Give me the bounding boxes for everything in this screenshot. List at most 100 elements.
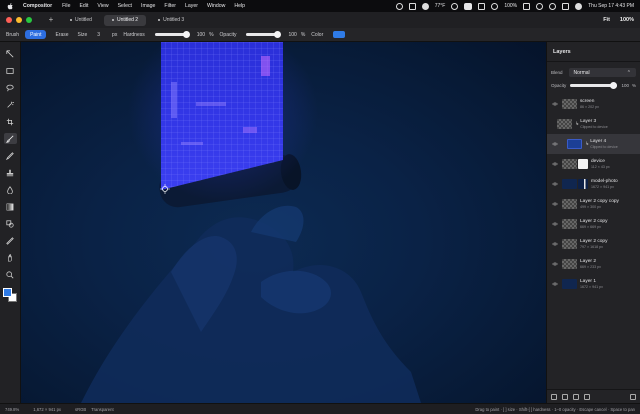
menu-edit[interactable]: Edit (79, 3, 88, 9)
siri-icon[interactable] (575, 2, 583, 10)
opacity-slider-knob[interactable] (274, 31, 282, 38)
color-well[interactable] (3, 288, 17, 302)
eye-icon[interactable] (551, 162, 558, 167)
shape-tool[interactable] (4, 218, 17, 229)
canvas-area[interactable] (21, 42, 546, 403)
eye-icon[interactable] (551, 222, 558, 227)
battery-icon[interactable] (523, 2, 531, 10)
focus-icon[interactable] (395, 2, 403, 10)
battery-percent[interactable]: 100% (504, 3, 517, 9)
new-tab-icon[interactable]: + (46, 15, 56, 25)
crop-tool[interactable] (4, 116, 17, 127)
hardness-slider[interactable] (154, 31, 190, 38)
move-tool[interactable] (4, 48, 17, 59)
layer-row-layer-4[interactable]: ↳ Layer 4 Clipped to device (547, 134, 640, 154)
menu-help[interactable]: Help (234, 3, 245, 9)
blend-mode-select[interactable]: Normal ⌃ (568, 68, 636, 77)
eye-icon[interactable] (551, 242, 558, 247)
menu-image[interactable]: Image (141, 3, 155, 9)
menu-extra-icon[interactable] (464, 2, 473, 10)
layer-row-model-photo[interactable]: model-photo 1672 × 941 px (547, 174, 640, 194)
layer-row-layer-1[interactable]: Layer 1 1672 × 941 px (547, 274, 640, 294)
layer-row-layer-2-copy[interactable]: Layer 2 copy 669 × 669 px (547, 214, 640, 234)
hardness-value[interactable]: 100 (197, 32, 205, 38)
gradient-tool[interactable] (4, 201, 17, 212)
menu-window[interactable]: Window (207, 3, 225, 9)
screen-record-icon[interactable] (451, 2, 459, 10)
stamp-icon (6, 169, 14, 176)
tab-untitled-3[interactable]: Untitled 3 (150, 15, 192, 26)
trash-icon[interactable] (630, 393, 636, 400)
zoom-level[interactable]: 100% (620, 17, 634, 23)
close-window-button[interactable] (6, 17, 12, 23)
pencil-tool[interactable] (4, 150, 17, 161)
layers-panel: Layers Blend Normal ⌃ Opacity 100 % scre… (546, 42, 640, 403)
apple-icon[interactable] (6, 2, 15, 11)
spotlight-icon[interactable] (549, 2, 557, 10)
menu-select[interactable]: Select (118, 3, 132, 9)
layer-thumbnail (562, 219, 577, 229)
stamp-tool[interactable] (4, 167, 17, 178)
size-input[interactable]: 3 (97, 32, 100, 38)
eyedropper-tool[interactable] (4, 235, 17, 246)
tab-untitled-2[interactable]: Untitled 2 (103, 14, 147, 26)
status-zoom[interactable]: 749.8% (5, 407, 19, 412)
layer-opacity-knob[interactable] (610, 82, 618, 89)
layer-thumbnail (562, 199, 577, 209)
zoom-window-button[interactable] (26, 17, 32, 23)
opacity-slider[interactable] (246, 31, 282, 38)
add-layer-icon[interactable] (551, 393, 557, 400)
menu-app-name[interactable]: Compositor (23, 3, 52, 9)
wifi-icon[interactable] (536, 2, 544, 10)
stage-manager-icon[interactable] (478, 2, 486, 10)
adjustment-icon[interactable] (584, 393, 590, 400)
layer-row-layer-2[interactable]: Layer 2 669 × 233 px (547, 254, 640, 274)
layer-opacity-value[interactable]: 100 (621, 83, 629, 88)
menu-layer[interactable]: Layer (185, 3, 198, 9)
brush-tool[interactable] (3, 133, 17, 144)
weather-temperature[interactable]: 77°F (435, 3, 446, 9)
display-icon[interactable] (408, 2, 416, 10)
eye-icon[interactable] (551, 202, 558, 207)
layer-row-device[interactable]: device 112 × 43 px (547, 154, 640, 174)
lasso-tool[interactable] (4, 82, 17, 93)
layer-row-layer-2-copy-copy[interactable]: Layer 2 copy copy 499 × 300 px (547, 194, 640, 214)
eye-icon[interactable] (551, 262, 558, 267)
menu-file[interactable]: File (62, 3, 70, 9)
tools-sidebar (0, 42, 21, 403)
layer-opacity-percent: % (631, 83, 636, 88)
hardness-slider-knob[interactable] (182, 31, 190, 38)
menu-filter[interactable]: Filter (164, 3, 176, 9)
minimize-window-button[interactable] (16, 17, 22, 23)
magic-wand-tool[interactable] (4, 99, 17, 110)
fill-tool[interactable] (4, 184, 17, 195)
folder-icon[interactable] (562, 393, 568, 400)
layer-opacity-slider[interactable] (570, 82, 618, 89)
paint-mode-button[interactable]: Paint (25, 30, 47, 39)
layer-row-layer-2-copy-b[interactable]: Layer 2 copy 797 × 1618 px (547, 234, 640, 254)
opacity-value[interactable]: 100 (288, 32, 296, 38)
layer-row-screen[interactable]: screen 86 × 202 px (547, 94, 640, 114)
layer-thumbnail (562, 179, 577, 189)
hand-tool[interactable] (4, 252, 17, 263)
eye-icon[interactable] (551, 142, 558, 147)
menu-view[interactable]: View (97, 3, 108, 9)
layer-row-layer-3[interactable]: ↳ Layer 3 Clipped to device (547, 114, 640, 134)
zoom-icon (6, 270, 14, 278)
layer-name: model-photo (591, 179, 618, 184)
eye-icon[interactable] (551, 102, 558, 107)
sound-icon[interactable] (491, 2, 499, 10)
fit-button[interactable]: Fit (603, 17, 610, 23)
foreground-color-swatch[interactable] (3, 288, 12, 297)
erase-mode-button[interactable]: Erase (50, 30, 73, 39)
mask-icon[interactable] (573, 393, 579, 400)
weather-icon[interactable] (421, 2, 429, 10)
color-swatch[interactable] (333, 31, 346, 38)
menubar-clock[interactable]: Thu Sep 17 4:43 PM (588, 3, 634, 9)
eye-icon[interactable] (551, 282, 558, 287)
eye-icon[interactable] (551, 182, 558, 187)
tab-untitled[interactable]: Untitled (62, 15, 100, 26)
zoom-tool[interactable] (4, 269, 17, 280)
marquee-tool[interactable] (4, 65, 17, 76)
control-center-icon[interactable] (562, 2, 570, 10)
